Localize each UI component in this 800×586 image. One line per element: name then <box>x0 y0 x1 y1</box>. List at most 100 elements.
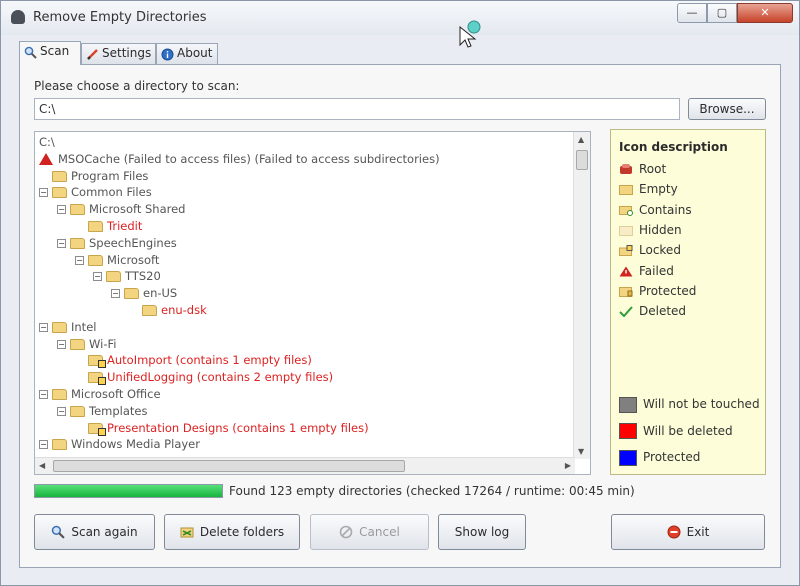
contains-folder-icon <box>619 203 639 217</box>
collapse-toggle-icon[interactable]: − <box>39 188 48 198</box>
legend-color-label: Will not be touched <box>643 397 760 411</box>
tree-row-label: AutoImport (contains 1 empty files) <box>107 353 312 368</box>
color-swatch <box>619 423 637 439</box>
tree-row[interactable]: − en-US <box>111 285 177 302</box>
folder-icon <box>88 254 103 266</box>
collapse-toggle-icon[interactable]: − <box>111 289 120 299</box>
tree-row-label: Triedit <box>107 219 143 233</box>
tree-row[interactable]: − Microsoft Office <box>39 386 161 403</box>
tree-row[interactable]: Presentation Designs (contains 1 empty f… <box>75 420 369 437</box>
app-icon <box>11 10 25 24</box>
folder-icon <box>52 439 67 451</box>
tab-scan[interactable]: Scan <box>19 41 81 65</box>
tree-row[interactable]: − Windows Media Player <box>39 436 200 453</box>
close-button[interactable]: ✕ <box>737 3 793 23</box>
empty-folder-icon <box>619 182 639 196</box>
tree-row-label: Windows Media Player <box>71 437 200 452</box>
legend-item: Empty <box>619 180 678 198</box>
scroll-left-icon[interactable]: ◀ <box>39 461 45 470</box>
tree-row-label: Microsoft Office <box>71 387 161 401</box>
title-bar[interactable]: Remove Empty Directories — ▢ ✕ <box>1 1 799 35</box>
minimize-button[interactable]: — <box>677 3 707 23</box>
tree-row[interactable]: − Intel <box>39 319 96 336</box>
tree-row[interactable]: MSOCache (Failed to access files) (Faile… <box>39 151 440 168</box>
protected-folder-icon <box>619 284 639 298</box>
tree-row-label: Templates <box>89 403 148 418</box>
legend-color-label: Protected <box>643 450 701 464</box>
tree-row[interactable]: AutoImport (contains 1 empty files) <box>75 352 312 369</box>
tree-row-label: Presentation Designs (contains 1 empty f… <box>107 420 369 435</box>
scroll-right-icon[interactable]: ▶ <box>565 461 571 470</box>
scan-status-text: Found 123 empty directories (checked 172… <box>229 484 635 498</box>
legend-item: Root <box>619 160 666 178</box>
collapse-toggle-icon[interactable]: − <box>57 406 66 416</box>
tree-row-label: Common Files <box>71 185 152 200</box>
info-icon <box>161 48 174 61</box>
tab-settings-label: Settings <box>102 46 152 60</box>
folder-icon <box>142 305 157 316</box>
tree-row[interactable]: UnifiedLogging (contains 2 empty files) <box>75 369 333 386</box>
scan-again-button[interactable]: Scan again <box>34 514 155 550</box>
contains-folder-icon <box>88 355 106 369</box>
directory-tree[interactable]: C:\ MSOCache (Failed to access files) (Fa… <box>34 131 591 475</box>
legend-item-label: Empty <box>639 182 678 197</box>
tab-settings[interactable]: Settings <box>81 43 156 64</box>
collapse-toggle-icon[interactable]: − <box>75 255 84 265</box>
window-title: Remove Empty Directories <box>33 10 207 25</box>
tree-row[interactable]: − TTS20 <box>93 268 161 285</box>
scan-progress-bar <box>34 484 223 498</box>
legend-item: Contains <box>619 201 692 219</box>
collapse-toggle-icon[interactable]: − <box>39 390 48 399</box>
collapse-toggle-icon[interactable]: − <box>39 440 48 450</box>
tree-row[interactable]: − Wi-Fi <box>57 336 116 353</box>
tree-row[interactable]: Triedit <box>75 218 142 235</box>
vertical-scrollbar[interactable]: ▲ ▼ <box>573 132 590 459</box>
horizontal-scrollbar[interactable]: ◀ ▶ <box>35 457 575 474</box>
collapse-toggle-icon[interactable]: − <box>93 272 102 282</box>
cancel-button[interactable]: Cancel <box>310 514 429 550</box>
maximize-button[interactable]: ▢ <box>707 3 737 23</box>
pencil-icon <box>87 49 98 60</box>
directory-path-input[interactable] <box>34 98 680 120</box>
collapse-toggle-icon[interactable]: − <box>57 339 66 349</box>
checkmark-icon <box>619 304 639 318</box>
legend-item-label: Hidden <box>639 222 682 237</box>
tree-row[interactable]: − Microsoft Shared <box>57 201 185 218</box>
tab-about[interactable]: About <box>156 43 218 64</box>
tree-row-label: UnifiedLogging (contains 2 empty files) <box>107 370 334 385</box>
color-swatch <box>619 396 637 413</box>
tab-about-label: About <box>177 46 213 60</box>
cancel-label: Cancel <box>359 525 400 539</box>
show-log-button[interactable]: Show log <box>438 514 526 550</box>
tree-row[interactable]: − SpeechEngines <box>57 235 177 252</box>
legend-item-label: Root <box>639 162 667 176</box>
icon-legend: Icon description Root Empty Contains Hidden… <box>610 129 766 475</box>
exit-button[interactable]: Exit <box>611 514 765 550</box>
tree-row[interactable]: − Templates <box>57 403 147 420</box>
tree-row-label: TTS20 <box>125 269 161 284</box>
folder-icon <box>70 204 85 216</box>
vertical-scroll-thumb[interactable] <box>576 150 588 170</box>
tree-row[interactable]: C:\ <box>39 134 55 151</box>
legend-item: Failed <box>619 262 674 280</box>
scan-again-label: Scan again <box>71 525 138 539</box>
tree-row[interactable]: − Common Files <box>39 184 152 201</box>
tree-row-label: Microsoft <box>107 252 160 267</box>
delete-folders-button[interactable]: Delete folders <box>164 514 300 550</box>
collapse-toggle-icon[interactable]: − <box>57 238 66 248</box>
tree-row[interactable]: enu-dsk <box>129 302 207 319</box>
tree-row[interactable]: Program Files <box>39 168 148 185</box>
collapse-toggle-icon[interactable]: − <box>39 322 48 332</box>
scan-panel: Please choose a directory to scan: Brows… <box>19 64 781 568</box>
collapse-toggle-icon[interactable]: − <box>57 205 66 215</box>
folder-icon <box>70 338 85 350</box>
horizontal-scroll-thumb[interactable] <box>53 460 405 472</box>
scroll-down-icon[interactable]: ▼ <box>578 447 584 456</box>
browse-button[interactable]: Browse... <box>688 98 766 120</box>
scroll-up-icon[interactable]: ▲ <box>578 135 584 144</box>
folder-icon <box>124 288 139 300</box>
scan-progress-fill <box>35 485 222 497</box>
legend-title: Icon description <box>619 140 728 154</box>
tree-row[interactable]: − Microsoft <box>75 252 159 269</box>
show-log-label: Show log <box>454 525 510 539</box>
